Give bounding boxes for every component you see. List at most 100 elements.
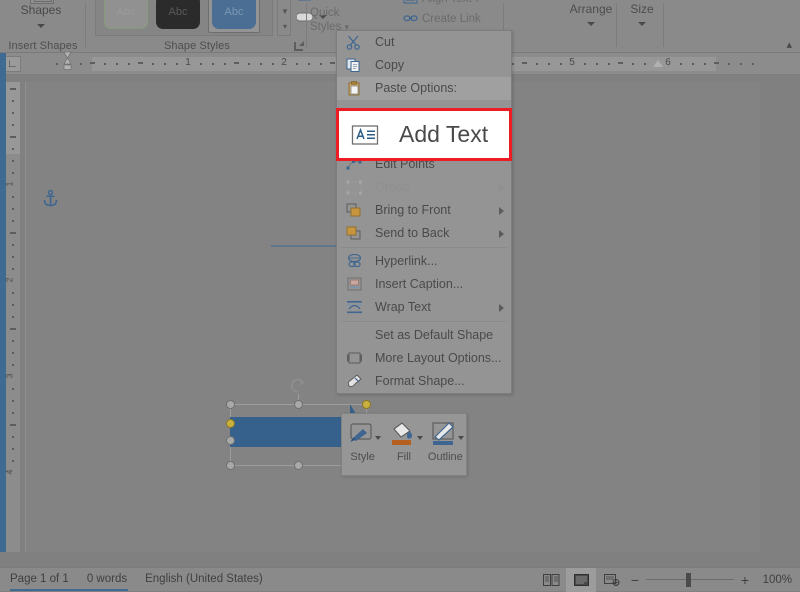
menu-item-add-text-highlighted[interactable]: Add Text bbox=[336, 108, 512, 161]
menu-item-label: Insert Caption... bbox=[375, 277, 463, 291]
left-indent-marker[interactable] bbox=[63, 51, 72, 70]
shape-context-menu[interactable]: Cut Copy Paste Options: bbox=[336, 30, 512, 394]
ruler-tick bbox=[692, 63, 694, 65]
ribbon-group-size[interactable]: Size bbox=[620, 0, 664, 53]
resize-handle-s[interactable] bbox=[294, 461, 303, 470]
menu-item-more-layout-options[interactable]: More Layout Options... bbox=[337, 347, 511, 370]
shape-style-thumb[interactable]: Abc bbox=[156, 0, 200, 29]
vruler-tick bbox=[12, 124, 14, 126]
ruler-tick bbox=[128, 63, 130, 65]
resize-handle-n[interactable] bbox=[294, 400, 303, 409]
resize-handle-w[interactable] bbox=[226, 436, 235, 445]
chevron-down-icon[interactable] bbox=[638, 22, 646, 26]
rotate-icon[interactable] bbox=[290, 378, 307, 395]
shape-styles-gallery[interactable]: Abc Abc Abc bbox=[95, 0, 273, 36]
word-count-status[interactable]: 0 words bbox=[87, 573, 127, 585]
menu-item-label: Set as Default Shape bbox=[375, 328, 493, 342]
ribbon-group-arrange[interactable]: Arrange bbox=[565, 0, 617, 53]
shape-style-thumb[interactable]: Abc bbox=[212, 0, 256, 29]
vruler-tick bbox=[10, 424, 16, 426]
ruler-tick bbox=[704, 63, 706, 65]
ruler-tick-half bbox=[522, 62, 527, 64]
mini-toolbar-style-label: Style bbox=[342, 451, 383, 463]
gallery-scroll-down-icon[interactable]: ▼ bbox=[280, 5, 290, 19]
ruler-tick bbox=[56, 63, 58, 65]
ruler-tick bbox=[560, 63, 562, 65]
chevron-down-icon[interactable] bbox=[458, 436, 464, 440]
collapse-ribbon-button[interactable]: ▴ bbox=[786, 38, 792, 51]
mini-toolbar-style-button[interactable]: Style bbox=[342, 420, 383, 463]
menu-item-bring-to-front[interactable]: Bring to Front bbox=[337, 199, 511, 222]
gallery-scroll-up-icon[interactable]: ▲ bbox=[280, 0, 290, 4]
gallery-more-icon[interactable]: ▾ bbox=[280, 20, 290, 34]
resize-handle-nw[interactable] bbox=[226, 400, 235, 409]
menu-item-paste-options[interactable]: Paste Options: bbox=[337, 77, 511, 100]
vertical-ruler[interactable]: 1234 bbox=[6, 82, 20, 552]
menu-item-cut[interactable]: Cut bbox=[337, 31, 511, 54]
mini-toolbar-fill-button[interactable]: Fill bbox=[383, 420, 424, 463]
vruler-tick bbox=[10, 232, 16, 234]
zoom-slider-thumb[interactable] bbox=[686, 573, 691, 587]
tab-stop-selector-icon[interactable]: ∟ bbox=[4, 56, 21, 72]
vruler-tick bbox=[12, 316, 14, 318]
print-layout-button[interactable] bbox=[566, 568, 596, 592]
chevron-down-icon[interactable] bbox=[417, 436, 423, 440]
page-count-status[interactable]: Page 1 of 1 bbox=[10, 573, 69, 585]
vruler-number: 2 bbox=[5, 277, 15, 282]
ruler-tick bbox=[740, 63, 742, 65]
chevron-down-icon[interactable] bbox=[37, 24, 45, 28]
create-link-button[interactable]: Create Link bbox=[403, 12, 481, 25]
ruler-tick bbox=[512, 63, 514, 65]
right-indent-marker[interactable] bbox=[653, 60, 663, 67]
adjust-handle-w[interactable] bbox=[226, 419, 235, 428]
web-layout-button[interactable] bbox=[596, 568, 626, 592]
ruler-tick bbox=[320, 63, 322, 65]
vruler-tick bbox=[12, 352, 14, 354]
menu-item-format-shape[interactable]: Format Shape... bbox=[337, 370, 511, 393]
menu-item-set-as-default-shape[interactable]: Set as Default Shape bbox=[337, 324, 511, 347]
vruler-tick bbox=[10, 328, 16, 330]
shape-styles-dialog-launcher[interactable] bbox=[294, 42, 303, 51]
align-text-button[interactable]: Align Text ▾ bbox=[403, 0, 479, 5]
ruler-tick bbox=[536, 63, 538, 65]
menu-item-group[interactable]: Group bbox=[337, 176, 511, 199]
format-shape-icon bbox=[346, 374, 363, 389]
vruler-tick bbox=[12, 448, 14, 450]
submenu-arrow-icon bbox=[499, 207, 504, 215]
vruler-tick bbox=[12, 208, 14, 210]
menu-item-label: Bring to Front bbox=[375, 203, 451, 217]
insert-caption-icon bbox=[346, 277, 363, 292]
ruler-tick bbox=[152, 63, 154, 65]
menu-item-copy[interactable]: Copy bbox=[337, 54, 511, 77]
language-status[interactable]: English (United States) bbox=[145, 573, 263, 585]
zoom-in-button[interactable]: + bbox=[736, 572, 754, 588]
shape-style-thumb[interactable]: Abc bbox=[104, 0, 148, 29]
gallery-scroll-buttons[interactable]: ▲ ▼ ▾ bbox=[277, 0, 291, 36]
shapes-button[interactable]: Shapes bbox=[8, 0, 74, 42]
menu-item-send-to-back[interactable]: Send to Back bbox=[337, 222, 511, 245]
shape-style-thumb-selected-wrap[interactable]: Abc bbox=[208, 0, 260, 33]
zoom-slider[interactable] bbox=[644, 568, 736, 592]
chevron-down-icon[interactable] bbox=[587, 22, 595, 26]
ruler-tick bbox=[608, 63, 610, 65]
shape-mini-toolbar[interactable]: Style Fill bbox=[341, 413, 467, 476]
vruler-tick bbox=[12, 256, 14, 258]
read-mode-button[interactable] bbox=[536, 568, 566, 592]
vruler-tick bbox=[12, 364, 14, 366]
menu-item-wrap-text[interactable]: Wrap Text bbox=[337, 296, 511, 319]
group-divider bbox=[306, 3, 307, 47]
ruler-number: 5 bbox=[569, 57, 575, 68]
zoom-level-label[interactable]: 100% bbox=[754, 574, 792, 586]
chevron-down-icon[interactable] bbox=[375, 436, 381, 440]
mini-toolbar-outline-button[interactable]: Outline bbox=[425, 420, 466, 463]
submenu-arrow-icon bbox=[499, 230, 504, 238]
menu-item-insert-caption[interactable]: Insert Caption... bbox=[337, 273, 511, 296]
zoom-out-button[interactable]: − bbox=[626, 572, 644, 588]
menu-item-hyperlink[interactable]: Hyperlink... bbox=[337, 250, 511, 273]
vruler-tick bbox=[12, 112, 14, 114]
adjust-handle-ne[interactable] bbox=[362, 400, 371, 409]
ruler-tick bbox=[260, 63, 262, 65]
group-icon bbox=[346, 180, 363, 195]
ruler-tick bbox=[680, 63, 682, 65]
resize-handle-sw[interactable] bbox=[226, 461, 235, 470]
